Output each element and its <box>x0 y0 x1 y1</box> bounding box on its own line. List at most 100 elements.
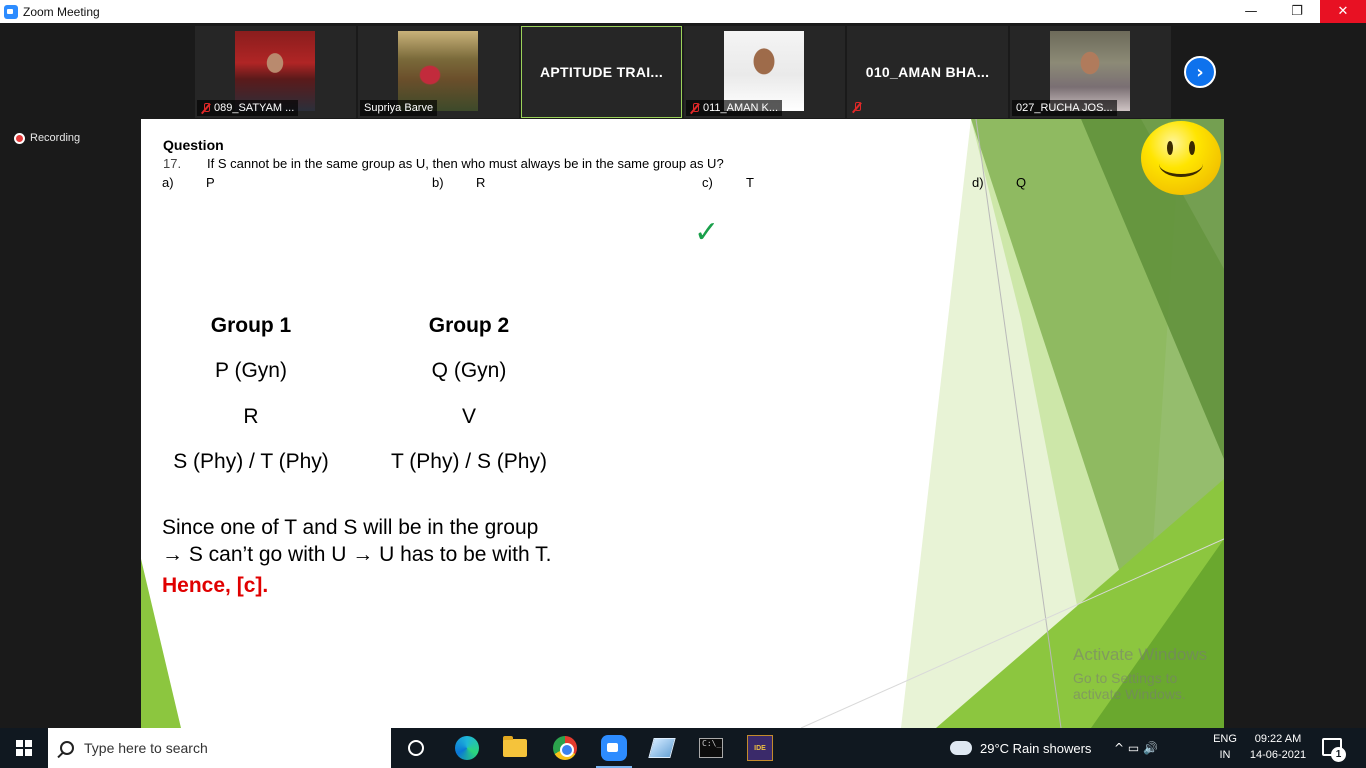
conclusion-text: Hence, [c]. <box>162 574 269 597</box>
group1-member: P (Gyn) <box>215 359 287 382</box>
participant-video <box>724 31 804 111</box>
option-letter: a) <box>162 175 174 190</box>
weather-widget[interactable]: 29°C Rain showers <box>947 728 1092 768</box>
explanation-line: → S can’t go with U → U has to be with T… <box>162 543 552 566</box>
group2-member: V <box>461 405 476 428</box>
zoom-icon <box>601 735 627 761</box>
participant-tile[interactable]: 010_AMAN BHA... <box>847 26 1008 118</box>
option-b: b) R <box>432 175 485 190</box>
participant-tile[interactable]: 089_SATYAM ... <box>195 26 356 118</box>
app-taskbar-button[interactable] <box>638 728 686 768</box>
correct-answer-check-icon: ✓ <box>694 215 720 250</box>
cortana-icon <box>408 740 424 756</box>
smiley-face-icon <box>1141 121 1221 195</box>
close-button[interactable]: ✕ <box>1320 0 1366 23</box>
option-letter: d) <box>972 175 984 190</box>
explanation-line: Since one of T and S will be in the grou… <box>162 516 539 539</box>
notification-count-badge: 1 <box>1331 747 1346 762</box>
tray-icons: ^ ▭ 🔊 <box>1114 741 1158 755</box>
start-button[interactable] <box>0 728 48 768</box>
language-code: ENG <box>1213 733 1237 745</box>
rain-cloud-icon <box>947 735 972 755</box>
restore-button[interactable]: ❐ <box>1274 0 1320 23</box>
zoom-taskbar-button[interactable] <box>590 728 638 768</box>
question-text: 17. If S cannot be in the same group as U… <box>163 156 724 171</box>
option-value: R <box>476 175 486 190</box>
chrome-icon <box>553 736 577 760</box>
participant-tile[interactable]: 027_RUCHA JOS... <box>1010 26 1171 118</box>
taskbar-search-box[interactable]: Type here to search <box>48 728 391 768</box>
group1-heading: Group 1 <box>210 314 292 337</box>
group2-member: T (Phy) / S (Phy) <box>391 450 547 473</box>
folder-icon <box>503 736 527 757</box>
shared-slide: Question 17. If S cannot be in the same g… <box>141 119 1224 728</box>
terminal-taskbar-button[interactable]: C:\_ <box>687 728 735 768</box>
question-heading: Question <box>163 137 224 153</box>
option-letter: b) <box>432 175 444 190</box>
participant-name: 027_RUCHA JOS... <box>1016 102 1113 114</box>
chrome-taskbar-button[interactable] <box>541 728 589 768</box>
taskbar: Type here to search C:\_ IDE 29°C Rain s… <box>0 728 1366 768</box>
participant-strip: 089_SATYAM ... Supriya Barve APTITUDE TR… <box>195 26 1171 118</box>
mic-muted-icon <box>201 102 211 114</box>
participant-tile[interactable]: 011_AMAN K... <box>684 26 845 118</box>
participant-video <box>235 31 315 111</box>
question-body: If S cannot be in the same group as U, t… <box>207 156 724 171</box>
participant-name: 011_AMAN K... <box>703 102 778 114</box>
taskbar-clock[interactable]: 09:22 AM 14-06-2021 <box>1245 731 1311 763</box>
next-page-button[interactable]: › <box>1184 56 1216 88</box>
group1-member: S (Phy) / T (Phy) <box>173 450 329 473</box>
activate-windows-title: Activate Windows <box>1073 645 1208 664</box>
chevron-right-icon: › <box>1196 61 1204 83</box>
weather-text: 29°C Rain showers <box>980 740 1092 756</box>
option-value: Q <box>1016 175 1027 190</box>
windows-logo-icon <box>16 740 32 756</box>
window-title: Zoom Meeting <box>23 4 100 19</box>
participant-name: Supriya Barve <box>364 102 434 114</box>
participant-label: 089_SATYAM ... <box>197 100 299 116</box>
question-number: 17. <box>163 156 182 171</box>
file-explorer-taskbar-button[interactable] <box>491 728 539 768</box>
participant-label: 027_RUCHA JOS... <box>1012 100 1117 116</box>
recording-indicator[interactable]: Recording <box>14 132 80 144</box>
clock-time: 09:22 AM <box>1254 733 1302 745</box>
clock-date: 14-06-2021 <box>1249 749 1307 761</box>
group2-heading: Group 2 <box>428 314 510 337</box>
participant-name: APTITUDE TRAI... <box>539 64 664 80</box>
edge-taskbar-button[interactable] <box>443 728 491 768</box>
app-taskbar-button[interactable]: IDE <box>736 728 784 768</box>
recording-label: Recording <box>30 132 81 144</box>
mic-muted-icon <box>690 102 700 114</box>
cortana-button[interactable] <box>392 728 440 768</box>
record-icon <box>14 132 25 144</box>
participant-tile[interactable]: Supriya Barve <box>358 26 519 118</box>
option-a: a) P <box>162 175 215 190</box>
activate-windows-subtitle: Go to Settings to activate Windows. <box>1073 670 1186 702</box>
zoom-logo-icon <box>4 4 18 19</box>
region-code: IN <box>1219 749 1231 761</box>
participant-tile-active-speaker[interactable]: APTITUDE TRAI... <box>521 26 682 118</box>
option-value: P <box>206 175 215 190</box>
title-bar: Zoom Meeting — ❐ ✕ <box>0 0 1366 23</box>
participant-video <box>1050 31 1130 111</box>
system-tray-icons[interactable]: ^ ▭ 🔊 <box>1114 728 1158 768</box>
participant-label: Supriya Barve <box>360 100 438 116</box>
participant-label: 011_AMAN K... <box>686 100 782 116</box>
mic-muted-icon <box>852 102 862 113</box>
smiley-mouth <box>1159 151 1203 177</box>
option-c: c) T <box>702 175 754 190</box>
language-indicator[interactable]: ENG IN <box>1212 731 1238 763</box>
edge-icon <box>455 736 479 760</box>
app-logo-icon: IDE <box>747 735 773 761</box>
group1-member: R <box>243 405 259 428</box>
meeting-area: 089_SATYAM ... Supriya Barve APTITUDE TR… <box>0 23 1366 728</box>
option-d: d) Q <box>972 175 1026 190</box>
option-value: T <box>746 175 754 190</box>
glass-app-icon <box>648 738 676 758</box>
participant-video <box>398 31 478 111</box>
minimize-button[interactable]: — <box>1228 0 1274 23</box>
search-icon <box>60 741 74 755</box>
search-placeholder: Type here to search <box>84 740 208 756</box>
group2-member: Q (Gyn) <box>431 359 507 382</box>
terminal-icon: C:\_ <box>699 738 723 758</box>
